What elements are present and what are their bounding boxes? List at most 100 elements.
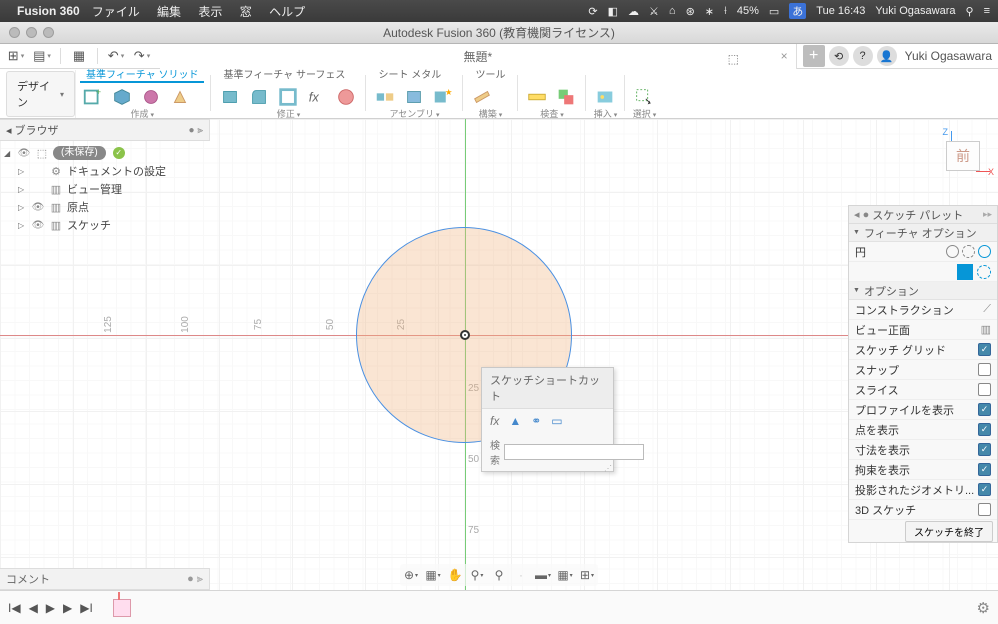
palette-row[interactable]: スライス: [849, 380, 997, 400]
orbit-icon[interactable]: ⊕: [402, 566, 420, 584]
rect-icon[interactable]: ▭: [551, 414, 562, 428]
menu-icon[interactable]: ≡: [984, 5, 990, 17]
circle-mode-icons[interactable]: [946, 245, 991, 258]
tab-tools[interactable]: ツール: [469, 69, 511, 83]
viewcube-face[interactable]: 前: [946, 141, 980, 171]
menu-view[interactable]: 表示: [198, 5, 222, 19]
tree-item[interactable]: ▷▥ビュー管理: [0, 180, 210, 198]
document-tab[interactable]: ⬚ 無題* ×: [160, 44, 797, 69]
palette-row[interactable]: 投影されたジオメトリ...✓: [849, 480, 997, 500]
ribbon-toolbar: デザイン 基準フィーチャ ソリッド + 作成 基準フィーチャ サーフェス fx: [0, 69, 998, 119]
timeline-feature[interactable]: [113, 599, 131, 617]
color-swatch[interactable]: [957, 264, 973, 280]
menu-window[interactable]: 窓: [240, 5, 252, 19]
palette-row[interactable]: スナップ: [849, 360, 997, 380]
grid-menu-icon[interactable]: ⊞: [6, 47, 26, 65]
finish-sketch-button[interactable]: スケッチを終了: [905, 521, 993, 542]
redo-icon[interactable]: ↷: [132, 47, 152, 65]
viewcube[interactable]: Z 前 X: [936, 127, 990, 181]
browser-header[interactable]: ◂ブラウザ ● ⫸: [0, 119, 210, 141]
play-ic` data-interactable=: ▶: [46, 601, 55, 615]
search-icon[interactable]: ⚲: [966, 5, 974, 18]
extensions-icon[interactable]: ⟲: [829, 46, 849, 66]
palette-section[interactable]: オプション: [849, 282, 997, 300]
pin-icon[interactable]: ● ⫸: [187, 573, 203, 586]
sep: ·: [512, 566, 530, 584]
app-name[interactable]: Fusion 360: [17, 4, 80, 18]
look-icon[interactable]: ▦: [424, 566, 442, 584]
mac-menubar: Fusion 360 ファイル 編集 表示 窓 ヘルプ ⟳ ◧ ☁ ⚔ ⌂ ⊛ …: [0, 0, 998, 22]
grid-icon[interactable]: ▦: [556, 566, 574, 584]
palette-row-circle[interactable]: 円: [849, 242, 997, 262]
search-input[interactable]: [504, 444, 644, 460]
settings-icon[interactable]: ⚙: [977, 599, 990, 617]
tree-item[interactable]: ▷👁▥原点: [0, 198, 210, 216]
traffic-lights[interactable]: [0, 27, 54, 38]
checkbox[interactable]: [978, 383, 991, 396]
tab-surface[interactable]: 基準フィーチャ サーフェス: [217, 69, 351, 83]
menu-help[interactable]: ヘルプ: [269, 5, 305, 19]
zoom-icon[interactable]: ⚲: [468, 566, 486, 584]
palette-section[interactable]: フィーチャ オプション: [849, 224, 997, 242]
ime-icon: あ: [789, 3, 806, 19]
palette-row[interactable]: プロファイルを表示✓: [849, 400, 997, 420]
checkbox[interactable]: ✓: [978, 423, 991, 436]
display-icon[interactable]: ▬: [534, 566, 552, 584]
search-label: 検索: [490, 437, 500, 467]
row-icon[interactable]: ▥: [981, 323, 991, 336]
palette-row[interactable]: 拘束を表示✓: [849, 460, 997, 480]
file-menu-icon[interactable]: ▤: [32, 47, 52, 65]
checkbox[interactable]: ✓: [978, 343, 991, 356]
resize-grip[interactable]: ⋰: [604, 467, 612, 470]
row-label: プロファイルを表示: [855, 402, 978, 418]
tree-item[interactable]: ▷👁▥スケッチ: [0, 216, 210, 234]
palette-row[interactable]: 3D スケッチ: [849, 500, 997, 520]
tab-solid[interactable]: 基準フィーチャ ソリッド: [80, 69, 204, 83]
help-icon[interactable]: ?: [853, 46, 873, 66]
palette-row[interactable]: 寸法を表示✓: [849, 440, 997, 460]
pin-icon[interactable]: ● ⫸: [189, 125, 203, 136]
link-icon[interactable]: ⚭: [531, 414, 541, 428]
palette-row[interactable]: スケッチ グリッド✓: [849, 340, 997, 360]
sketch-shortcut-popup[interactable]: スケッチショートカット fx ▲ ⚭ ▭ 検索 ⋰: [481, 367, 614, 472]
origin-point[interactable]: [460, 330, 470, 340]
comment-panel[interactable]: コメント ● ⫸: [0, 568, 210, 590]
checkbox[interactable]: ✓: [978, 403, 991, 416]
close-tab-icon[interactable]: ×: [781, 49, 788, 63]
workspace-switcher[interactable]: デザイン: [6, 70, 76, 118]
fx-icon[interactable]: fx: [490, 414, 499, 428]
tree-root[interactable]: ◢👁⬚ (未保存)✓: [0, 144, 210, 162]
new-tab-button[interactable]: +: [803, 45, 825, 67]
viewport-icon[interactable]: ⊞: [578, 566, 596, 584]
play-prev-icon[interactable]: ◀: [29, 601, 38, 615]
row-icon[interactable]: ⟋: [983, 303, 991, 316]
play-start-icon[interactable]: I◀: [8, 601, 21, 615]
row-label: コンストラクション: [855, 302, 983, 318]
palette-row[interactable]: ビュー正面▥: [849, 320, 997, 340]
tree-item[interactable]: ▷⚙ドキュメントの設定: [0, 162, 210, 180]
palette-title[interactable]: ◂ ●スケッチ パレット▸▸: [849, 206, 997, 224]
save-icon[interactable]: ▦: [69, 47, 89, 65]
tab-sheetmetal[interactable]: シート メタル: [372, 69, 447, 83]
svg-text:+: +: [96, 87, 101, 97]
palette-row-color[interactable]: [849, 262, 997, 282]
checkbox[interactable]: ✓: [978, 483, 991, 496]
play-end-icon[interactable]: ▶I: [80, 601, 93, 615]
checkbox[interactable]: [978, 363, 991, 376]
palette-row[interactable]: 点を表示✓: [849, 420, 997, 440]
avatar-icon[interactable]: 👤: [877, 46, 897, 66]
status-icon: ⚔: [649, 5, 659, 18]
menu-edit[interactable]: 編集: [157, 5, 181, 19]
checkbox[interactable]: ✓: [978, 443, 991, 456]
menu-file[interactable]: ファイル: [92, 5, 140, 19]
pan-icon[interactable]: ✋: [446, 566, 464, 584]
undo-icon[interactable]: ↶: [106, 47, 126, 65]
checkbox[interactable]: ✓: [978, 463, 991, 476]
fit-icon[interactable]: ⚲: [490, 566, 508, 584]
user-label[interactable]: Yuki Ogasawara: [905, 49, 992, 63]
play-next-icon[interactable]: ▶: [63, 601, 72, 615]
style-swatch[interactable]: [977, 265, 991, 279]
warning-icon[interactable]: ▲: [509, 414, 521, 428]
palette-row[interactable]: コンストラクション⟋: [849, 300, 997, 320]
checkbox[interactable]: [978, 503, 991, 516]
